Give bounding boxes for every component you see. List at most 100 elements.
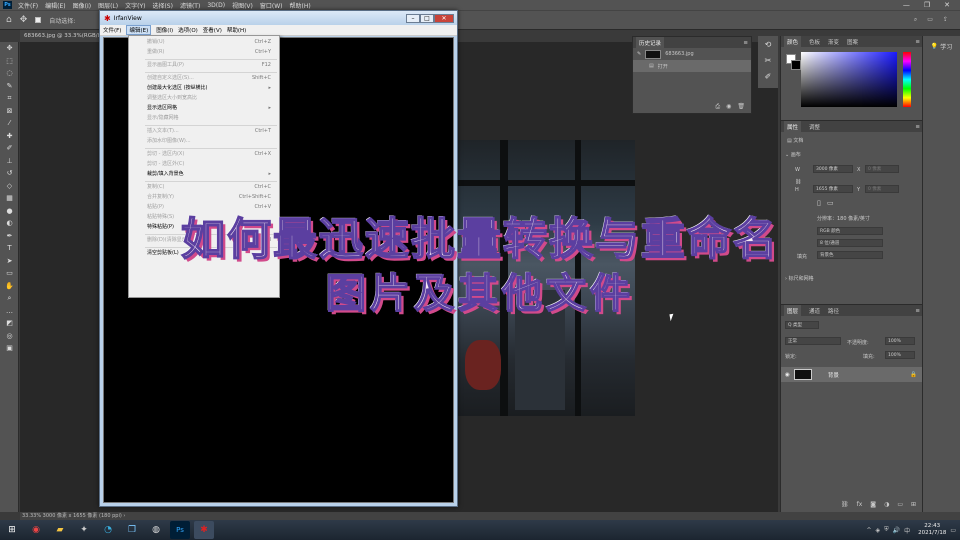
tray-expand-icon[interactable]: ^ xyxy=(866,527,871,534)
edit-menu-item[interactable]: 裁剪/填入背景色 ▸ xyxy=(129,170,281,179)
move-tool-icon[interactable]: ✥ xyxy=(0,42,19,55)
file-explorer-icon[interactable]: ▰ xyxy=(50,521,70,539)
tab-properties[interactable]: 属性 xyxy=(784,120,802,133)
opacity-field[interactable]: 100% xyxy=(885,337,915,345)
y-field[interactable]: 0 像素 xyxy=(865,185,899,193)
menu-view[interactable]: 视图(V) xyxy=(232,1,253,10)
obs-icon[interactable]: ◍ xyxy=(146,521,166,539)
menu-type[interactable]: 文字(Y) xyxy=(125,1,145,10)
menu-select[interactable]: 选择(S) xyxy=(152,1,173,10)
menu-help[interactable]: 帮助(H) xyxy=(290,1,311,10)
color-picker-field[interactable] xyxy=(801,52,897,107)
layer-row[interactable]: ◉ 背景 🔒 xyxy=(781,367,923,382)
marquee-tool-icon[interactable]: ⬚ xyxy=(0,55,19,68)
auto-select-checkbox[interactable] xyxy=(35,17,42,23)
move-tool-icon[interactable]: ✥ xyxy=(20,15,28,25)
restore-icon[interactable]: ❐ xyxy=(924,1,930,9)
blend-mode-select[interactable]: 正常 xyxy=(785,337,841,345)
photoshop-taskbar-icon[interactable]: Ps xyxy=(170,521,190,539)
camera-icon[interactable]: ◉ xyxy=(726,103,731,111)
brush-settings-icon[interactable]: ✐ xyxy=(758,68,778,84)
menu-window[interactable]: 窗口(W) xyxy=(260,1,283,10)
menu-edit[interactable]: 编辑(E) xyxy=(45,1,65,10)
eraser-tool-icon[interactable]: ◇ xyxy=(0,180,19,193)
irfan-menu-edit[interactable]: 编辑(E) xyxy=(126,25,152,35)
irfan-menu-view[interactable]: 查看(V) xyxy=(203,26,222,34)
irfan-menu-options[interactable]: 选项(O) xyxy=(178,26,198,34)
eyedropper-tool-icon[interactable]: ⁄ xyxy=(0,117,19,130)
lasso-tool-icon[interactable]: ◌ xyxy=(0,67,19,80)
minimize-icon[interactable]: — xyxy=(903,1,910,9)
edge-icon[interactable]: ◔ xyxy=(98,521,118,539)
menu-3d[interactable]: 3D(D) xyxy=(207,2,225,9)
panel-menu-icon[interactable]: ≡ xyxy=(915,124,920,130)
height-field[interactable]: 1655 像素 xyxy=(813,185,853,193)
workspace-icon[interactable]: ▭ xyxy=(927,16,933,24)
fx-icon[interactable]: fx xyxy=(857,501,863,508)
tab-color[interactable]: 颜色 xyxy=(784,35,802,48)
tab-history[interactable]: 历史记录 xyxy=(636,36,665,49)
shield-icon[interactable]: ⛨ xyxy=(884,526,889,534)
canvas-section[interactable]: ⌄ 画布 xyxy=(785,151,801,158)
menu-layer[interactable]: 图层(L) xyxy=(98,1,118,10)
notification-icon[interactable]: ▭ xyxy=(950,527,956,534)
media-player-icon[interactable]: ✦ xyxy=(74,521,94,539)
crop-tool-icon[interactable]: ⌗ xyxy=(0,92,19,105)
background-swatch[interactable] xyxy=(791,60,801,70)
share-icon[interactable]: ⇪ xyxy=(943,16,948,24)
link-layers-icon[interactable]: ⛓ xyxy=(841,501,849,508)
new-layer-icon[interactable]: ⊞ xyxy=(911,501,916,508)
home-icon[interactable]: ⌂ xyxy=(6,15,12,25)
width-field[interactable]: 3000 像素 xyxy=(813,165,853,173)
healing-tool-icon[interactable]: ✚ xyxy=(0,130,19,143)
stamp-tool-icon[interactable]: ⊥ xyxy=(0,155,19,168)
history-snapshot[interactable]: ✎ 683663.jpg xyxy=(633,48,751,60)
screen-mode-icon[interactable]: ▣ xyxy=(0,342,19,355)
frame-tool-icon[interactable]: ⊠ xyxy=(0,105,19,118)
fill-field[interactable]: 100% xyxy=(885,351,915,359)
orientation-portrait-icon[interactable]: ▯ xyxy=(817,199,821,207)
quick-mask-icon[interactable]: ◎ xyxy=(0,330,19,343)
new-document-from-state-icon[interactable]: ⎙ xyxy=(715,103,720,111)
maximize-icon[interactable]: □ xyxy=(420,13,434,23)
chrome-icon[interactable]: ◉ xyxy=(26,521,46,539)
ime-indicator[interactable]: 中 xyxy=(904,526,910,535)
learn-button[interactable]: 💡 学习 xyxy=(931,42,953,51)
tab-adjustments[interactable]: 调整 xyxy=(809,123,820,131)
tab-pattern[interactable]: 图案 xyxy=(847,38,858,46)
search-icon[interactable]: ⌕ xyxy=(914,16,917,24)
edit-menu-item[interactable]: 创建最大化选区 (按纵横比) ▸ xyxy=(129,84,281,93)
close-icon[interactable]: ✕ xyxy=(944,1,950,9)
history-brush-icon[interactable]: ↺ xyxy=(0,167,19,180)
window-switcher-icon[interactable]: ❐ xyxy=(122,521,142,539)
link-icon[interactable]: ⛓ xyxy=(795,179,801,185)
adjust-icon[interactable]: ✂ xyxy=(758,52,778,68)
history-step[interactable]: ▤ 打开 xyxy=(633,60,751,72)
irfan-menu-image[interactable]: 图像(I) xyxy=(156,26,173,34)
tab-gradient[interactable]: 渐变 xyxy=(828,38,839,46)
group-icon[interactable]: ▭ xyxy=(897,501,903,508)
quick-select-tool-icon[interactable]: ✎ xyxy=(0,80,19,93)
start-button-icon[interactable]: ⊞ xyxy=(2,521,22,539)
clock[interactable]: 22:43 2021/7/18 xyxy=(918,523,946,537)
network-icon[interactable]: ◈ xyxy=(875,527,880,534)
irfanview-taskbar-icon[interactable]: ✱ xyxy=(194,521,214,539)
brush-tool-icon[interactable]: ✐ xyxy=(0,142,19,155)
minimize-icon[interactable]: – xyxy=(406,13,420,23)
menu-file[interactable]: 文件(F) xyxy=(18,1,38,10)
menu-filter[interactable]: 滤镜(T) xyxy=(180,1,200,10)
mask-icon[interactable]: ◙ xyxy=(870,501,876,508)
history-panel-icon[interactable]: ⟲ xyxy=(758,36,778,52)
edit-menu-item[interactable]: 显示选区网格 ▸ xyxy=(129,104,281,113)
panel-menu-icon[interactable]: ≡ xyxy=(743,40,748,46)
irfan-menu-file[interactable]: 文件(F) xyxy=(103,26,121,34)
x-field[interactable]: 0 像素 xyxy=(865,165,899,173)
eye-icon[interactable]: ◉ xyxy=(785,372,790,378)
irfanview-titlebar[interactable]: ✱ IrfanView – □ ✕ xyxy=(100,11,457,25)
tab-swatches[interactable]: 色板 xyxy=(809,38,820,46)
irfan-menu-help[interactable]: 帮助(H) xyxy=(227,26,246,34)
hue-slider[interactable] xyxy=(903,52,911,107)
adjustment-layer-icon[interactable]: ◑ xyxy=(884,501,889,508)
layer-filter-select[interactable]: Q 类型 xyxy=(785,321,819,329)
menu-image[interactable]: 图像(I) xyxy=(73,1,91,10)
